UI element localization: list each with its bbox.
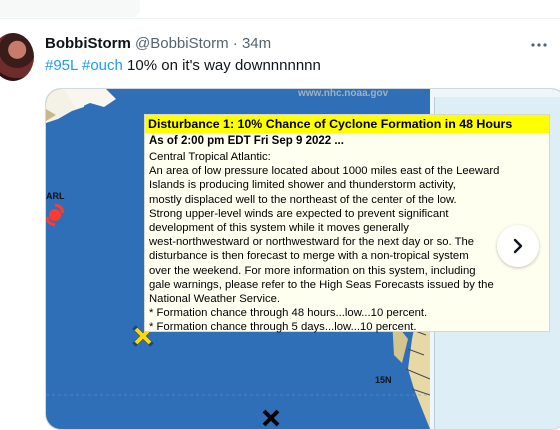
hashtag-95l[interactable]: #95L <box>45 57 78 74</box>
chevron-right-icon <box>513 238 523 254</box>
map-label-latitude: 15N <box>375 375 392 385</box>
outlook-line: * Formation chance through 48 hours...lo… <box>149 307 428 320</box>
outlook-line: * Formation chance through 5 days...low.… <box>149 321 417 334</box>
outlook-body: Central Tropical Atlantic: An area of lo… <box>149 150 547 335</box>
outlook-line: gale warnings, please refer to the High … <box>149 278 494 291</box>
media-image[interactable]: www.nhc.noaa.gov ARL 15N Disturbance 1: … <box>45 88 560 430</box>
tweet-header: BobbiStorm @BobbiStorm · 34m <box>45 35 271 52</box>
outlook-info-box: Disturbance 1: 10% Chance of Cyclone For… <box>144 114 550 335</box>
avatar[interactable] <box>0 33 34 81</box>
map-credit: www.nhc.noaa.gov <box>298 88 389 99</box>
tweet-body-text: 10% on it's way downnnnnnn <box>127 57 321 74</box>
previous-tweet-bar <box>0 0 140 17</box>
map-label-storm: ARL <box>46 191 65 201</box>
outlook-line: west-northwestward or northwestward for … <box>149 236 475 249</box>
outlook-title: Disturbance 1: 10% Chance of Cyclone For… <box>145 115 549 133</box>
outlook-line: disturbance is then forecast to merge wi… <box>149 250 469 263</box>
header-separator: · <box>232 35 238 52</box>
outlook-line: An area of low pressure located about 10… <box>149 165 500 178</box>
outlook-line: development of this system while it move… <box>149 222 409 235</box>
outlook-line: Central Tropical Atlantic: <box>149 151 271 163</box>
outlook-line: mostly displaced well to the northeast o… <box>149 193 457 206</box>
display-name[interactable]: BobbiStorm <box>45 35 131 52</box>
outlook-line: Strong upper-level winds are expected to… <box>149 207 449 220</box>
outlook-line: over the weekend. For more information o… <box>149 264 476 277</box>
more-horizontal-icon[interactable] <box>530 36 548 59</box>
outlook-line: National Weather Service. <box>149 293 281 306</box>
outlook-line: Islands is producing limited shower and … <box>149 179 456 192</box>
outlook-as-of: As of 2:00 pm EDT Fri Sep 9 2022 ... <box>149 135 344 147</box>
tweet-text: #95L #ouch 10% on it's way downnnnnnn <box>45 57 321 74</box>
timestamp[interactable]: 34m <box>242 35 271 52</box>
hashtag-ouch[interactable]: #ouch <box>82 57 123 74</box>
next-image-button[interactable] <box>497 225 539 267</box>
handle[interactable]: @BobbiStorm <box>135 35 229 52</box>
